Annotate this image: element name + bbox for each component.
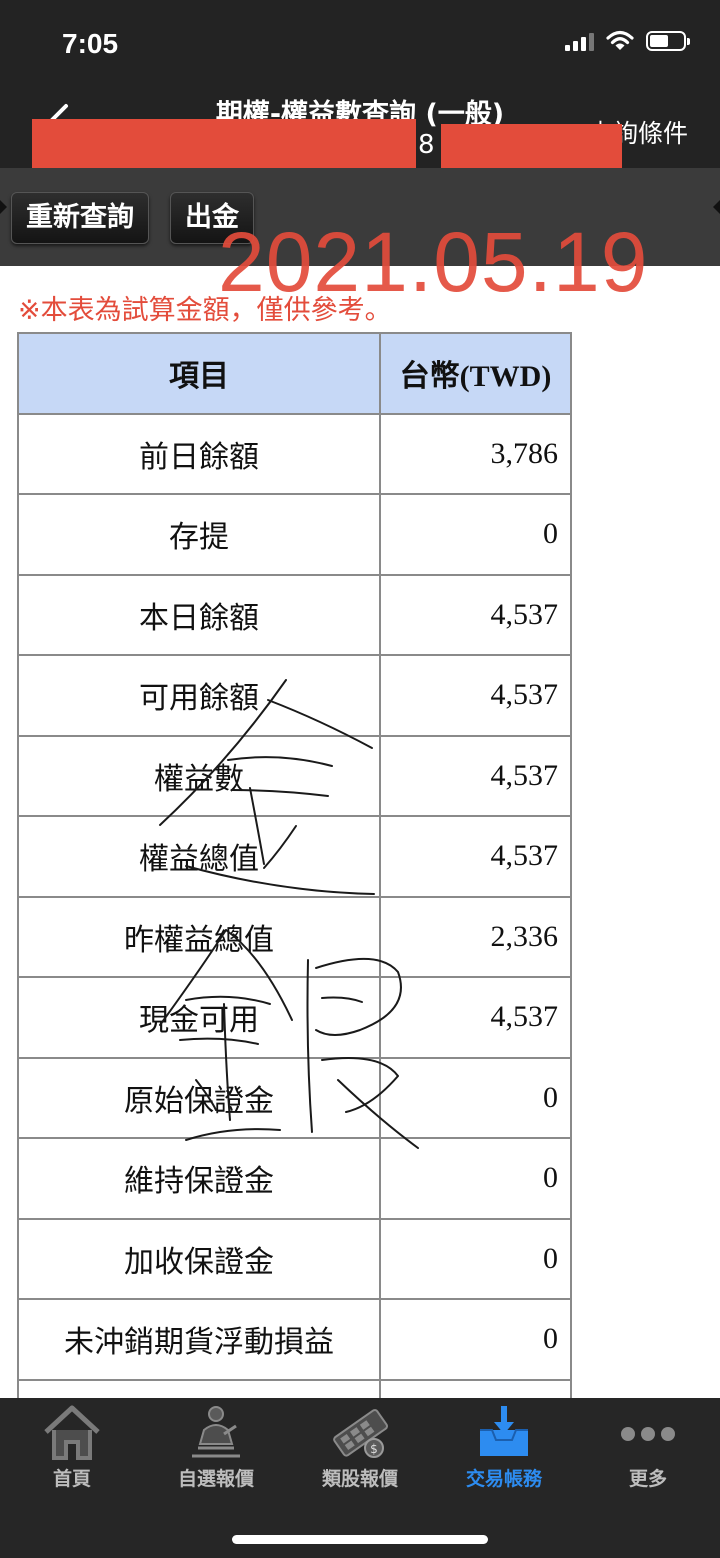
- row-value: 0: [379, 1056, 572, 1139]
- table-row: 現金可用 4,537: [17, 976, 572, 1059]
- equity-table: 項目 台幣(TWD) 前日餘額 3,786 存提 0 本日餘額 4,537 可用餘額 4,53…: [17, 332, 572, 1461]
- column-header-twd: 台幣(TWD): [379, 332, 572, 415]
- row-value: 2,336: [379, 895, 572, 978]
- bottom-tab-bar: 首頁 自選報價 $ 類股報價 交易帳務 更多: [0, 1398, 720, 1558]
- account-number: 8: [418, 130, 435, 160]
- tab-sector-quotes[interactable]: $ 類股報價: [288, 1404, 432, 1494]
- home-indicator[interactable]: [232, 1535, 488, 1544]
- tab-label: 類股報價: [321, 1468, 398, 1490]
- row-item-label: 未沖銷期貨浮動損益: [17, 1298, 381, 1381]
- row-value: 4,537: [379, 734, 572, 817]
- table-row: 昨權益總值 2,336: [17, 895, 572, 978]
- row-item-label: 原始保證金: [17, 1056, 381, 1139]
- tab-label: 自選報價: [177, 1468, 254, 1490]
- row-item-label: 現金可用: [17, 976, 381, 1059]
- row-value: 3,786: [379, 412, 572, 495]
- row-value: 4,537: [379, 815, 572, 898]
- row-item-label: 本日餘額: [17, 573, 381, 656]
- table-header-row: 項目 台幣(TWD): [17, 332, 572, 415]
- svg-text:$: $: [370, 1442, 378, 1456]
- inbox-download-icon: [480, 1406, 528, 1456]
- table-row: 權益總值 4,537: [17, 815, 572, 898]
- row-item-label: 維持保證金: [17, 1137, 381, 1220]
- tab-label: 首頁: [52, 1468, 91, 1490]
- tab-trading-account[interactable]: 交易帳務: [432, 1404, 576, 1494]
- table-row: 可用餘額 4,537: [17, 654, 572, 737]
- row-value: 4,537: [379, 976, 572, 1059]
- row-item-label: 加收保證金: [17, 1217, 381, 1300]
- row-item-label: 存提: [17, 493, 381, 576]
- table-row: 維持保證金 0: [17, 1137, 572, 1220]
- row-value: 4,537: [379, 573, 572, 656]
- table-row: 前日餘額 3,786: [17, 412, 572, 495]
- row-value: 0: [379, 1137, 572, 1220]
- row-value: 0: [379, 493, 572, 576]
- person-chart-icon: [192, 1406, 240, 1458]
- tab-more[interactable]: 更多: [576, 1404, 720, 1494]
- row-item-label: 權益總值: [17, 815, 381, 898]
- table-row: 本日餘額 4,537: [17, 573, 572, 656]
- table-row: 權益數 4,537: [17, 734, 572, 817]
- row-value: 4,537: [379, 654, 572, 737]
- scroll-right-icon: [713, 200, 720, 214]
- status-time: 7:05: [62, 28, 119, 59]
- tab-label: 更多: [628, 1468, 667, 1490]
- disclaimer-notice: ※本表為試算金額，僅供參考。: [18, 295, 392, 326]
- tab-home[interactable]: 首頁: [0, 1404, 144, 1494]
- row-item-label: 前日餘額: [17, 412, 381, 495]
- film-money-icon: $: [333, 1409, 389, 1458]
- status-icons: [565, 30, 690, 52]
- table-row: 原始保證金 0: [17, 1056, 572, 1139]
- requery-button[interactable]: 重新查詢: [11, 192, 149, 244]
- table-row: 加收保證金 0: [17, 1217, 572, 1300]
- redaction-block: [32, 119, 416, 171]
- table-row: 未沖銷期貨浮動損益 0: [17, 1298, 572, 1381]
- row-item-label: 可用餘額: [17, 654, 381, 737]
- more-dots-icon: [621, 1427, 675, 1441]
- scroll-left-icon: [0, 200, 7, 214]
- row-value: 0: [379, 1298, 572, 1381]
- status-bar: 7:05: [0, 0, 720, 88]
- row-value: 0: [379, 1217, 572, 1300]
- row-item-label: 權益數: [17, 734, 381, 817]
- home-icon: [44, 1405, 100, 1460]
- column-header-item: 項目: [17, 332, 381, 415]
- table-row: 存提 0: [17, 493, 572, 576]
- row-item-label: 昨權益總值: [17, 895, 381, 978]
- cellular-signal-icon: [565, 31, 594, 51]
- tab-watchlist-quotes[interactable]: 自選報價: [144, 1404, 288, 1494]
- wifi-icon: [606, 30, 634, 50]
- battery-icon: [646, 31, 690, 51]
- tab-label: 交易帳務: [465, 1468, 542, 1490]
